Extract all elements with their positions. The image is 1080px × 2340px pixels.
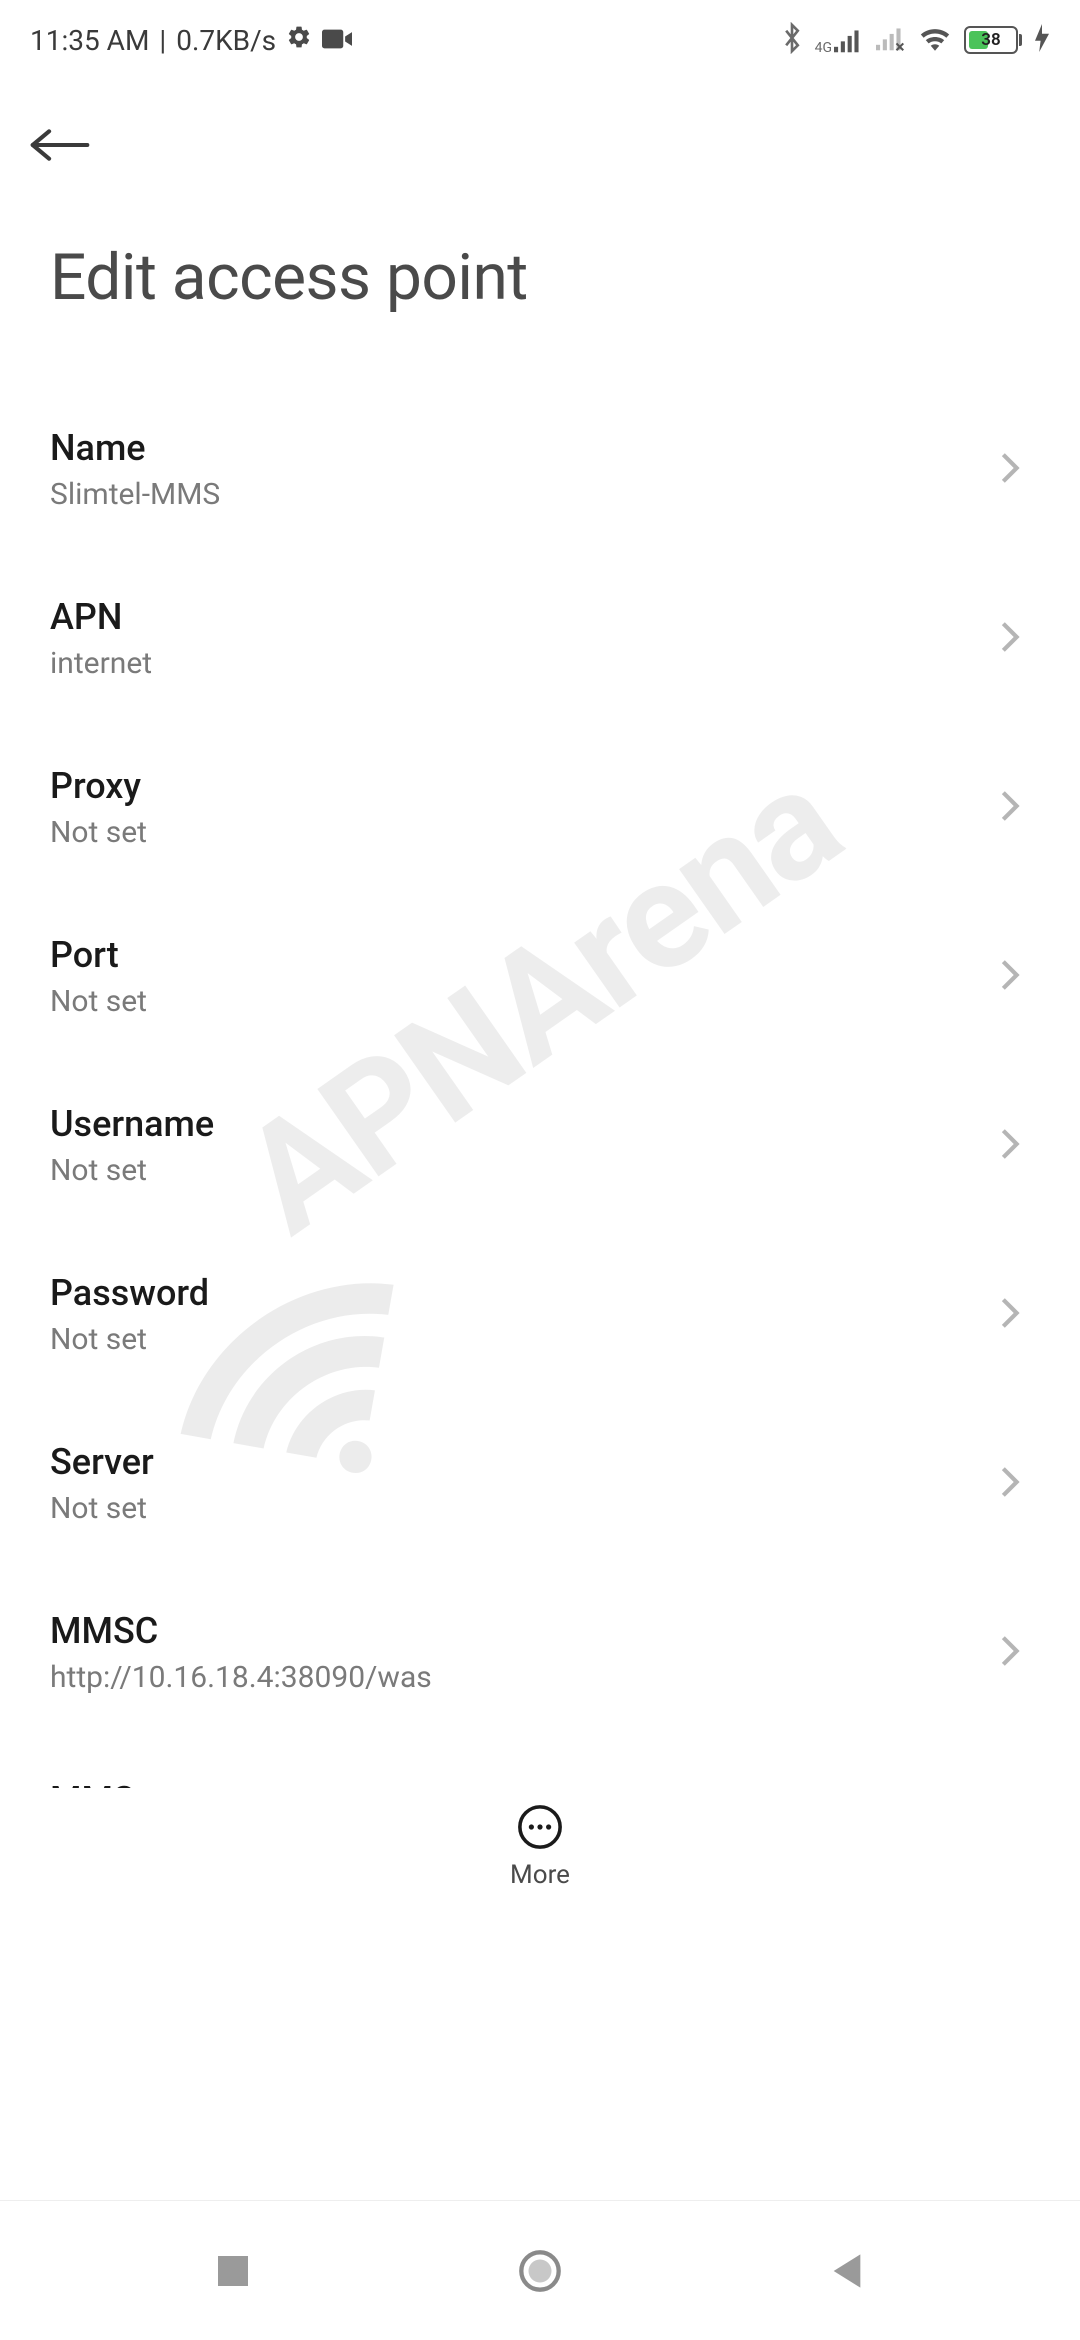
navigation-bar [0,2200,1080,2340]
setting-label: Name [50,427,220,469]
setting-value: Not set [50,1153,214,1188]
more-label: More [510,1860,570,1890]
setting-label: APN [50,596,152,638]
chevron-right-icon [1000,620,1020,658]
setting-label: Password [50,1272,209,1314]
setting-value: Slimtel-MMS [50,477,220,512]
setting-label: MMSC [50,1610,432,1652]
camera-icon [322,24,352,57]
nav-back-button[interactable] [787,2231,907,2311]
setting-label: Port [50,934,147,976]
settings-list: Name Slimtel-MMS APN internet Proxy Not … [0,385,1080,1906]
chevron-right-icon [1000,958,1020,996]
status-left: 11:35 AM | 0.7KB/s [30,24,352,57]
signal-1: 4G [815,27,864,53]
setting-label: Server [50,1441,154,1483]
status-time: 11:35 AM [30,24,149,57]
content-area: APNArena Edit access point Name Slimtel-… [0,70,1080,2050]
setting-server[interactable]: Server Not set [0,1399,1080,1568]
setting-name[interactable]: Name Slimtel-MMS [0,385,1080,554]
bluetooth-icon [781,22,803,58]
status-bar: 11:35 AM | 0.7KB/s 4G 38 [0,0,1080,70]
chevron-right-icon [1000,1127,1020,1165]
setting-proxy[interactable]: Proxy Not set [0,723,1080,892]
setting-value: Not set [50,1322,209,1357]
setting-label: Username [50,1103,214,1145]
wifi-icon [918,25,952,55]
more-icon [517,1804,563,1854]
setting-value: Not set [50,815,147,850]
chevron-right-icon [1000,451,1020,489]
charging-icon [1034,24,1050,56]
chevron-right-icon [1000,1634,1020,1672]
gear-icon [286,24,312,57]
chevron-right-icon [1000,1296,1020,1334]
status-data-rate: 0.7KB/s [176,24,276,57]
setting-value: Not set [50,1491,154,1526]
setting-value: internet [50,646,152,681]
setting-password[interactable]: Password Not set [0,1230,1080,1399]
network-type-label: 4G [815,41,832,55]
signal-2 [876,25,906,55]
setting-apn[interactable]: APN internet [0,554,1080,723]
more-button[interactable]: More [0,1788,1080,1890]
battery-percent: 38 [981,30,1000,50]
status-separator: | [159,24,166,57]
setting-label: Proxy [50,765,147,807]
chevron-right-icon [1000,1465,1020,1503]
battery-indicator: 38 [964,26,1022,54]
nav-recents-button[interactable] [173,2231,293,2311]
nav-home-button[interactable] [480,2231,600,2311]
back-button[interactable] [30,110,100,180]
setting-value: Not set [50,984,147,1019]
header [0,70,1080,180]
status-right: 4G 38 [781,22,1050,58]
setting-mmsc[interactable]: MMSC http://10.16.18.4:38090/was [0,1568,1080,1737]
page-title: Edit access point [0,180,1080,385]
setting-value: http://10.16.18.4:38090/was [50,1660,432,1695]
setting-username[interactable]: Username Not set [0,1061,1080,1230]
chevron-right-icon [1000,789,1020,827]
setting-port[interactable]: Port Not set [0,892,1080,1061]
